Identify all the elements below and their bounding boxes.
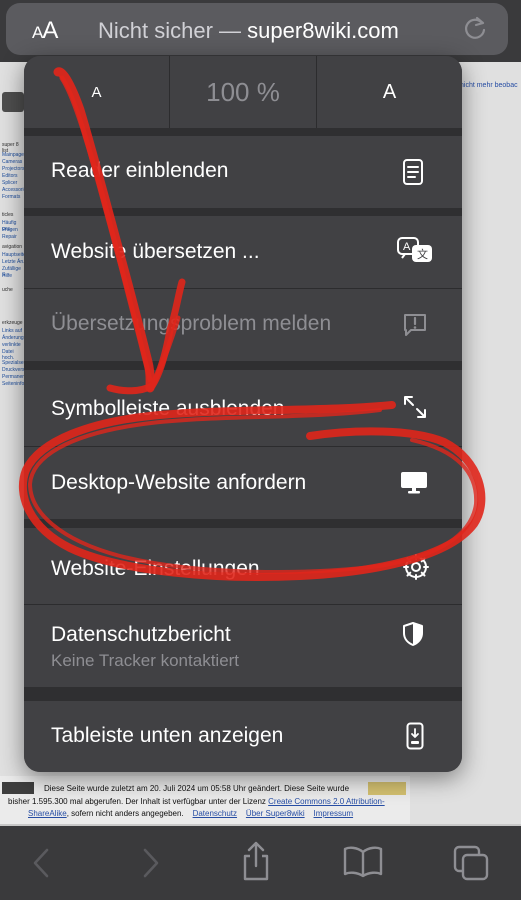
menu-item-label: Reader einblenden bbox=[51, 159, 229, 182]
menu-item-label: Website-Einstellungen bbox=[51, 557, 260, 580]
url-field[interactable]: AA Nicht sicher — super8wiki.com bbox=[6, 3, 508, 55]
page-settings-button[interactable]: AA bbox=[32, 17, 58, 45]
bottom-toolbar bbox=[0, 826, 521, 900]
svg-text:文: 文 bbox=[417, 247, 428, 261]
gear-icon bbox=[403, 554, 429, 580]
forward-icon[interactable] bbox=[140, 846, 162, 880]
report-translation-button: Übersetzungsproblem melden bbox=[24, 289, 462, 361]
zoom-increase-button[interactable]: A bbox=[317, 56, 462, 128]
menu-group-gap bbox=[24, 128, 462, 136]
translate-icon: A 文 bbox=[397, 237, 432, 262]
back-icon[interactable] bbox=[30, 846, 52, 880]
menu-item-label: Datenschutzbericht bbox=[51, 623, 231, 646]
desktop-icon bbox=[401, 472, 427, 494]
zoom-level[interactable]: 100 % bbox=[170, 56, 316, 128]
phone-tabbar-icon bbox=[406, 722, 424, 750]
hide-toolbar-button[interactable]: Symbolleiste ausblenden bbox=[24, 370, 462, 446]
reader-button[interactable]: Reader einblenden bbox=[24, 136, 462, 208]
menu-group-gap bbox=[24, 208, 462, 216]
website-settings-button[interactable]: Website-Einstellungen bbox=[24, 528, 462, 604]
bookmarks-icon[interactable] bbox=[342, 844, 384, 878]
svg-text:A: A bbox=[403, 241, 411, 253]
zoom-decrease-button[interactable]: A bbox=[24, 56, 169, 128]
share-icon[interactable] bbox=[240, 840, 272, 882]
url-text[interactable]: Nicht sicher — super8wiki.com bbox=[98, 18, 399, 44]
menu-item-label: Desktop-Website anfordern bbox=[51, 471, 307, 494]
menu-item-label: Symbolleiste ausblenden bbox=[51, 397, 285, 420]
tabs-icon[interactable] bbox=[452, 844, 490, 882]
report-icon bbox=[404, 314, 426, 336]
privacy-report-subtitle: Keine Tracker kontaktiert bbox=[51, 651, 240, 670]
expand-arrows-icon bbox=[404, 396, 426, 418]
menu-item-label: Website übersetzen ... bbox=[51, 240, 260, 263]
request-desktop-site-button[interactable]: Desktop-Website anfordern bbox=[24, 447, 462, 519]
menu-item-label: Übersetzungsproblem melden bbox=[51, 312, 332, 335]
reload-icon[interactable] bbox=[462, 15, 488, 41]
page-settings-menu: A 100 % A Reader einblenden Website über… bbox=[24, 56, 462, 772]
reader-icon bbox=[403, 159, 423, 185]
address-bar: AA Nicht sicher — super8wiki.com bbox=[0, 0, 521, 62]
menu-item-label: Tableiste unten anzeigen bbox=[51, 724, 284, 747]
menu-group-gap bbox=[24, 361, 462, 370]
show-tab-bar-bottom-button[interactable]: Tableiste unten anzeigen bbox=[24, 701, 462, 772]
translate-button[interactable]: Website übersetzen ... A 文 bbox=[24, 216, 462, 288]
menu-group-gap bbox=[24, 519, 462, 528]
shield-icon bbox=[403, 622, 423, 646]
menu-group-gap bbox=[24, 687, 462, 701]
zoom-controls: A 100 % A bbox=[24, 56, 462, 128]
privacy-report-button[interactable]: Datenschutzbericht Keine Tracker kontakt… bbox=[24, 605, 462, 687]
